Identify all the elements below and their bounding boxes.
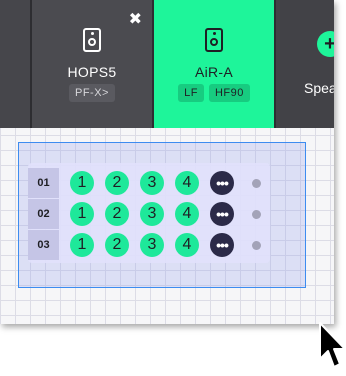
speaker-strip-partial[interactable]: p	[0, 0, 30, 128]
status-dot	[252, 240, 261, 250]
speaker-strip-hops5[interactable]: HOPS5 PF-X> ✖	[32, 0, 152, 128]
preset-button[interactable]: 4	[175, 171, 199, 195]
add-speaker-label: Speak	[304, 80, 334, 96]
status-dot	[252, 178, 261, 188]
row-label: 01	[28, 168, 59, 198]
preset-button[interactable]: 2	[105, 171, 129, 195]
button-grid-panel[interactable]: 01 1 2 3 4 ••• 02 1 2 3 4 ••• 03 1 2 3 4…	[28, 163, 270, 263]
preset-button[interactable]: 3	[140, 233, 164, 257]
speaker-tag: PF-X>	[69, 84, 115, 102]
preset-button[interactable]: 3	[140, 171, 164, 195]
status-dot	[252, 209, 261, 219]
speaker-tag: LF	[178, 84, 204, 102]
preset-button[interactable]: 2	[105, 233, 129, 257]
row-label: 02	[28, 199, 59, 229]
grid-row: 01 1 2 3 4 •••	[28, 168, 261, 198]
speaker-tag: HF90	[208, 84, 250, 102]
add-speaker-strip[interactable]: + Speak	[276, 0, 334, 128]
close-icon[interactable]: ✖	[129, 12, 142, 28]
grid-row: 03 1 2 3 4 •••	[28, 230, 261, 260]
preset-button[interactable]: 1	[70, 202, 94, 226]
preset-button[interactable]: 2	[105, 202, 129, 226]
editor-canvas[interactable]: p HOPS5 PF-X> ✖ AiR-A LF HF90	[0, 0, 334, 324]
more-icon[interactable]: •••	[210, 202, 234, 226]
grid-row: 02 1 2 3 4 •••	[28, 199, 261, 229]
plus-icon[interactable]: +	[317, 31, 334, 57]
speaker-icon	[205, 28, 223, 52]
speaker-strip-air-a[interactable]: AiR-A LF HF90	[154, 0, 274, 128]
preset-button[interactable]: 3	[140, 202, 164, 226]
preset-button[interactable]: 1	[70, 171, 94, 195]
speaker-icon	[83, 28, 101, 52]
preset-button[interactable]: 1	[70, 233, 94, 257]
speaker-name: AiR-A	[194, 64, 234, 80]
more-icon[interactable]: •••	[210, 171, 234, 195]
speaker-name: HOPS5	[67, 64, 117, 80]
preset-button[interactable]: 4	[175, 202, 199, 226]
preset-button[interactable]: 4	[175, 233, 199, 257]
mouse-cursor-icon	[319, 322, 346, 368]
more-icon[interactable]: •••	[210, 233, 234, 257]
speaker-strip-header: p HOPS5 PF-X> ✖ AiR-A LF HF90	[0, 0, 334, 128]
row-label: 03	[28, 230, 59, 260]
